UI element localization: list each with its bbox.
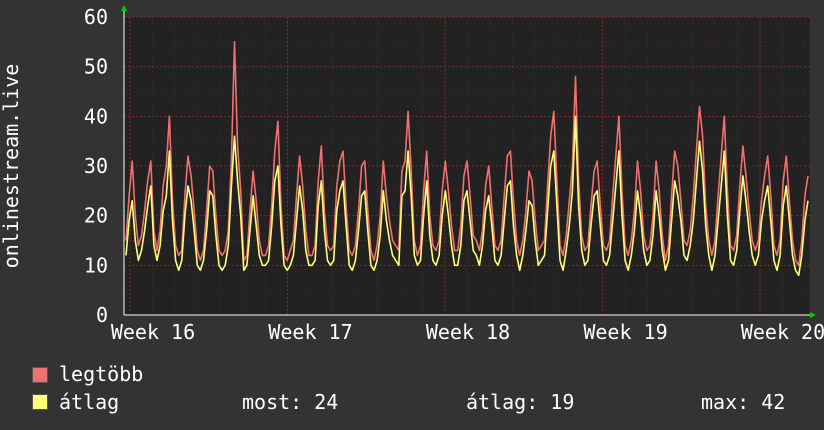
x-tick-label: Week 16 [111, 320, 195, 344]
legend-max-label: legtöbb [59, 362, 144, 386]
x-axis-arrow-icon [810, 312, 816, 318]
stat-now: most: 24 [242, 390, 339, 414]
x-tick-label: Week 19 [583, 320, 667, 344]
legend-avg-swatch [32, 394, 48, 410]
y-axis-label: onlinestream.live [0, 64, 23, 269]
x-tick-label: Week 18 [426, 320, 510, 344]
legend-max-swatch [32, 367, 48, 383]
stat-avg: átlag: 19 [466, 390, 575, 414]
legend-avg-label: átlag [59, 390, 120, 414]
x-tick-label: Week 17 [268, 320, 352, 344]
y-tick-label: 10 [84, 253, 108, 277]
x-tick-label: Week 20 [741, 320, 824, 344]
y-axis-arrow-icon [121, 5, 127, 11]
y-tick-label: 60 [84, 5, 108, 29]
stat-max: max: 42 [701, 390, 786, 414]
y-tick-label: 30 [84, 154, 108, 178]
y-tick-label: 50 [84, 55, 108, 79]
y-tick-label: 0 [96, 303, 108, 327]
y-tick-label: 20 [84, 204, 108, 228]
y-tick-label: 40 [84, 104, 108, 128]
